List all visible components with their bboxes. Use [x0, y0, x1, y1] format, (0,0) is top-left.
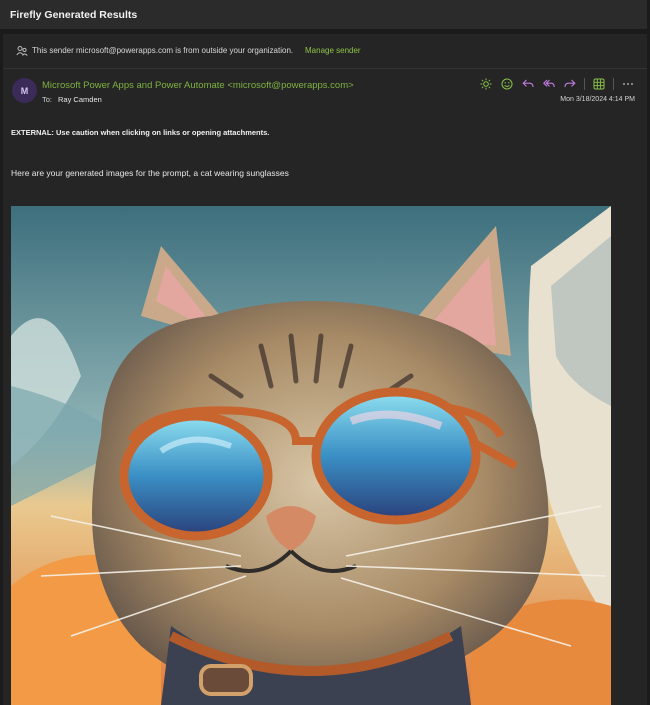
window-title: Firefly Generated Results	[10, 9, 138, 21]
sender-avatar: M	[12, 78, 37, 103]
forward-icon[interactable]	[563, 77, 577, 91]
message-actions	[472, 77, 635, 91]
external-warning: EXTERNAL: Use caution when clicking on l…	[11, 128, 270, 137]
to-label: To:	[42, 95, 53, 104]
banner-message: This sender microsoft@powerapps.com is f…	[32, 46, 294, 55]
cat-illustration	[11, 206, 611, 705]
toolbar-divider	[584, 78, 585, 90]
generated-cat-image[interactable]	[11, 206, 611, 705]
recipient-line: To: Ray Camden	[42, 95, 102, 104]
email-body-text: Here are your generated images for the p…	[11, 168, 289, 178]
apps-icon[interactable]	[592, 77, 606, 91]
people-icon	[16, 46, 28, 56]
window-title-bar: Firefly Generated Results	[0, 0, 647, 30]
manage-sender-link[interactable]: Manage sender	[305, 46, 361, 55]
reply-icon[interactable]	[521, 77, 535, 91]
sun-icon[interactable]	[479, 77, 493, 91]
more-icon[interactable]	[621, 77, 635, 91]
reading-pane: This sender microsoft@powerapps.com is f…	[3, 34, 647, 705]
sent-date: Mon 3/18/2024 4:14 PM	[560, 96, 635, 103]
reply-all-icon[interactable]	[542, 77, 556, 91]
sender-name[interactable]: Microsoft Power Apps and Power Automate …	[42, 80, 354, 91]
toolbar-divider	[613, 78, 614, 90]
emoji-icon[interactable]	[500, 77, 514, 91]
recipient-name[interactable]: Ray Camden	[58, 95, 102, 104]
external-sender-banner: This sender microsoft@powerapps.com is f…	[3, 34, 647, 69]
